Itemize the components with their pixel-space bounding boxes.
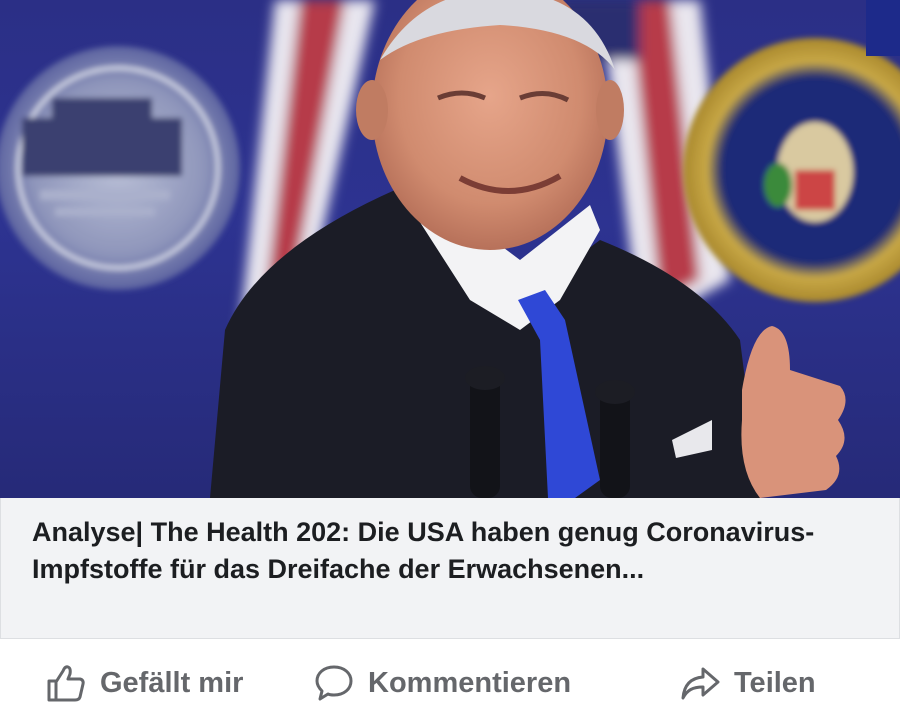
link-preview-image[interactable] — [0, 0, 900, 498]
speech-bubble-icon — [312, 661, 356, 705]
post-action-bar: Gefällt mir Kommentieren Teilen — [0, 640, 900, 727]
share-arrow-icon — [678, 661, 722, 705]
share-label: Teilen — [734, 666, 816, 699]
press-photo — [0, 0, 900, 498]
link-preview-caption[interactable]: Analyse| The Health 202: Die USA haben g… — [0, 498, 900, 639]
article-headline[interactable]: Analyse| The Health 202: Die USA haben g… — [32, 514, 872, 588]
corner-tab — [866, 0, 900, 56]
like-button[interactable]: Gefällt mir — [44, 660, 243, 706]
thumbs-up-icon — [44, 661, 88, 705]
thumbs-up-hand — [741, 326, 846, 498]
share-button[interactable]: Teilen — [678, 660, 816, 706]
comment-button[interactable]: Kommentieren — [312, 660, 571, 706]
like-label: Gefällt mir — [100, 666, 244, 699]
white-house-seal — [0, 46, 240, 290]
comment-label: Kommentieren — [368, 666, 572, 699]
